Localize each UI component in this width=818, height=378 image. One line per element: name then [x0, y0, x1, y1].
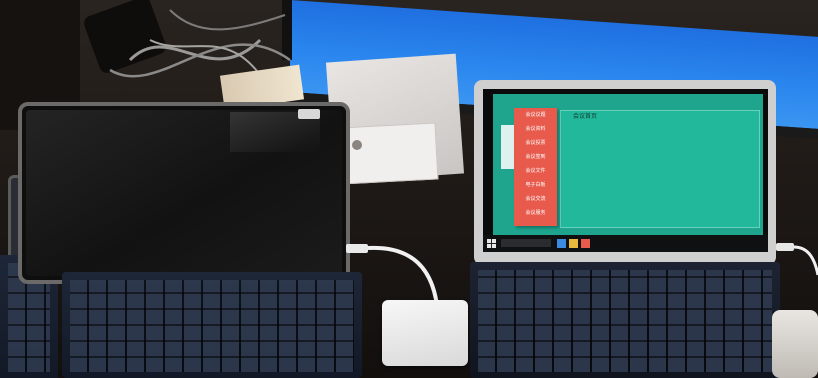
- menu-item[interactable]: 会议资料: [514, 124, 557, 134]
- left-keyboard: [62, 272, 362, 378]
- app-menu-panel: 会议议题 会议资料 会议投票 会议签到 会议文件 电子白板 会议交流 会议服务: [514, 108, 557, 226]
- box-hole: [352, 140, 362, 150]
- camera-notch: [298, 109, 320, 119]
- menu-item[interactable]: 电子白板: [514, 180, 557, 190]
- right-keyboard: [470, 262, 780, 378]
- usb-c-adapter: [382, 300, 468, 366]
- windows-taskbar: [483, 235, 768, 252]
- folder-icon[interactable]: [569, 239, 578, 248]
- search-box[interactable]: [501, 239, 551, 247]
- right-cable: [776, 243, 818, 276]
- menu-item[interactable]: 会议交流: [514, 194, 557, 204]
- windows-start-icon[interactable]: [487, 239, 496, 248]
- app-icon[interactable]: [581, 239, 590, 248]
- phone-edge: [772, 310, 818, 378]
- app-window[interactable]: [560, 110, 760, 228]
- menu-item[interactable]: 会议签到: [514, 152, 557, 162]
- edge-icon[interactable]: [557, 239, 566, 248]
- menu-item[interactable]: 会议文件: [514, 166, 557, 176]
- white-box-flap: [338, 122, 439, 185]
- photo-scene: 会议首页 会议议题 会议资料 会议投票 会议签到 会议文件 电子白板 会议交流 …: [0, 0, 818, 378]
- menu-item[interactable]: 会议投票: [514, 138, 557, 148]
- app-window-title: 会议首页: [573, 113, 598, 120]
- menu-item[interactable]: 会议服务: [514, 208, 557, 218]
- menu-item[interactable]: 会议议题: [514, 110, 557, 120]
- side-tab: [501, 125, 515, 169]
